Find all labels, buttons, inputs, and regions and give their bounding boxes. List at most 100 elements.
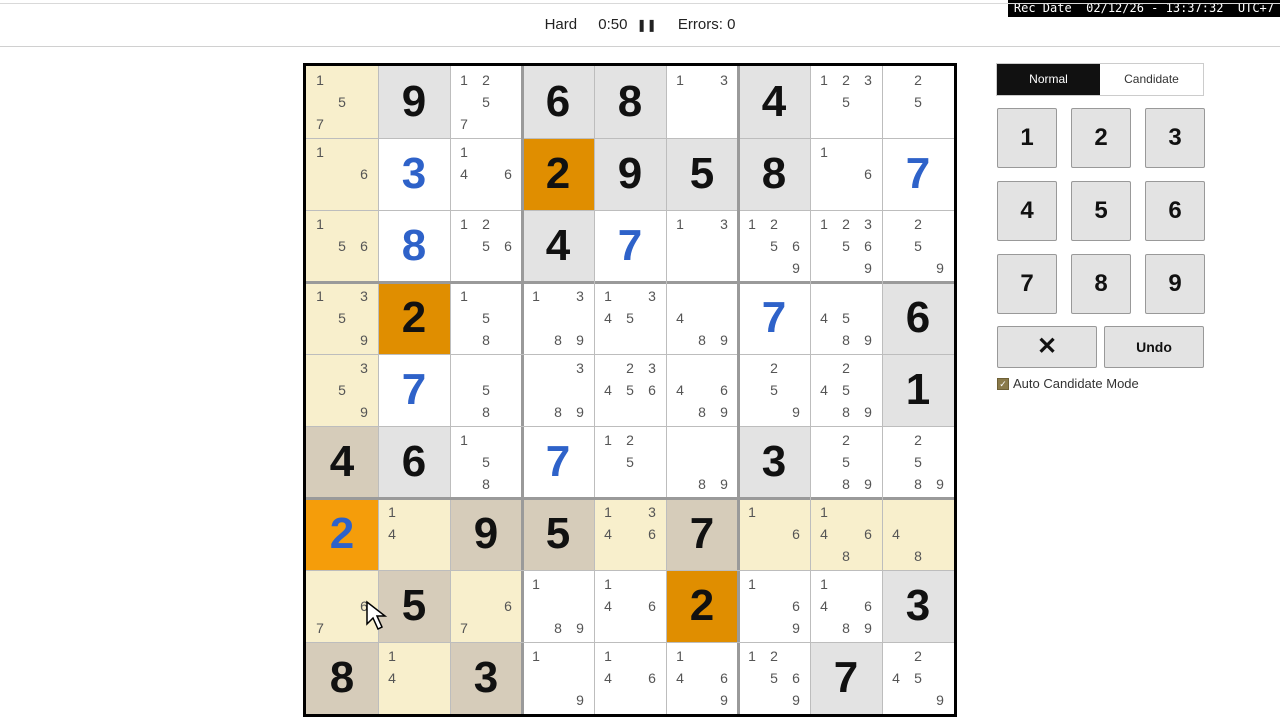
cell-r2c1[interactable]: 16 bbox=[306, 138, 378, 210]
cell-r3c3[interactable]: 12 56 bbox=[450, 210, 522, 282]
cell-r2c5[interactable]: 9 bbox=[594, 138, 666, 210]
number-button-4[interactable]: 4 bbox=[997, 181, 1057, 241]
cell-r1c8[interactable]: 1235 bbox=[810, 66, 882, 138]
candidate-digit bbox=[497, 329, 519, 351]
cell-r1c4[interactable]: 6 bbox=[522, 66, 594, 138]
number-button-3[interactable]: 3 bbox=[1145, 108, 1205, 168]
candidate-digit: 1 bbox=[460, 144, 468, 160]
cell-r6c5[interactable]: 12 5 bbox=[594, 426, 666, 498]
number-button-5[interactable]: 5 bbox=[1071, 181, 1131, 241]
cell-r1c9[interactable]: 25 bbox=[882, 66, 954, 138]
cell-r4c8[interactable]: 45 89 bbox=[810, 282, 882, 354]
cell-r3c9[interactable]: 2 59 bbox=[882, 210, 954, 282]
cell-r8c5[interactable]: 1 4 6 bbox=[594, 570, 666, 642]
cell-r8c8[interactable]: 1 4 689 bbox=[810, 570, 882, 642]
cell-r3c5[interactable]: 7 bbox=[594, 210, 666, 282]
cell-r8c9[interactable]: 3 bbox=[882, 570, 954, 642]
checkbox[interactable]: ✓ bbox=[997, 377, 1009, 390]
cell-r2c8[interactable]: 16 bbox=[810, 138, 882, 210]
cell-r7c9[interactable]: 48 bbox=[882, 498, 954, 570]
cell-r5c6[interactable]: 4 689 bbox=[666, 354, 738, 426]
cell-r4c6[interactable]: 489 bbox=[666, 282, 738, 354]
cell-r6c4[interactable]: 7 bbox=[522, 426, 594, 498]
cell-r7c7[interactable]: 16 bbox=[738, 498, 810, 570]
cell-r1c3[interactable]: 12 57 bbox=[450, 66, 522, 138]
cell-r5c3[interactable]: 58 bbox=[450, 354, 522, 426]
number-button-2[interactable]: 2 bbox=[1071, 108, 1131, 168]
cell-r1c6[interactable]: 13 bbox=[666, 66, 738, 138]
cell-r2c4[interactable]: 2 bbox=[522, 138, 594, 210]
candidate-digit bbox=[885, 235, 907, 257]
cell-r4c7[interactable]: 7 bbox=[738, 282, 810, 354]
cell-r5c2[interactable]: 7 bbox=[378, 354, 450, 426]
cell-r6c1[interactable]: 4 bbox=[306, 426, 378, 498]
cell-r8c3[interactable]: 67 bbox=[450, 570, 522, 642]
cell-r9c1[interactable]: 8 bbox=[306, 642, 378, 714]
number-button-6[interactable]: 6 bbox=[1145, 181, 1205, 241]
cell-r5c4[interactable]: 3 89 bbox=[522, 354, 594, 426]
cell-r9c4[interactable]: 19 bbox=[522, 642, 594, 714]
cell-r7c6[interactable]: 7 bbox=[666, 498, 738, 570]
tab-normal[interactable]: Normal bbox=[997, 64, 1100, 95]
cell-r8c6[interactable]: 2 bbox=[666, 570, 738, 642]
cell-r3c8[interactable]: 12356 9 bbox=[810, 210, 882, 282]
number-button-9[interactable]: 9 bbox=[1145, 254, 1205, 314]
cell-r5c1[interactable]: 359 bbox=[306, 354, 378, 426]
cell-r3c1[interactable]: 156 bbox=[306, 210, 378, 282]
erase-button[interactable]: ✕ bbox=[997, 326, 1097, 368]
cell-r4c1[interactable]: 1 359 bbox=[306, 282, 378, 354]
cell-r5c9[interactable]: 1 bbox=[882, 354, 954, 426]
cell-r4c2[interactable]: 2 bbox=[378, 282, 450, 354]
cell-r1c7[interactable]: 4 bbox=[738, 66, 810, 138]
cell-r2c6[interactable]: 5 bbox=[666, 138, 738, 210]
cell-r1c1[interactable]: 157 bbox=[306, 66, 378, 138]
auto-candidate-toggle[interactable]: ✓ Auto Candidate Mode bbox=[997, 376, 1139, 391]
cell-r4c9[interactable]: 6 bbox=[882, 282, 954, 354]
cell-r3c4[interactable]: 4 bbox=[522, 210, 594, 282]
cell-r6c9[interactable]: 2 5 89 bbox=[882, 426, 954, 498]
cell-r6c7[interactable]: 3 bbox=[738, 426, 810, 498]
cell-r5c5[interactable]: 23 456 bbox=[594, 354, 666, 426]
cell-r9c5[interactable]: 1 4 6 bbox=[594, 642, 666, 714]
number-button-1[interactable]: 1 bbox=[997, 108, 1057, 168]
cell-r3c7[interactable]: 12 56 9 bbox=[738, 210, 810, 282]
cell-r7c5[interactable]: 1 3 4 6 bbox=[594, 498, 666, 570]
cell-r2c3[interactable]: 1 4 6 bbox=[450, 138, 522, 210]
cell-r7c2[interactable]: 14 bbox=[378, 498, 450, 570]
cell-r3c2[interactable]: 8 bbox=[378, 210, 450, 282]
cell-r3c6[interactable]: 13 bbox=[666, 210, 738, 282]
cell-r7c4[interactable]: 5 bbox=[522, 498, 594, 570]
cell-r9c6[interactable]: 1 4 6 9 bbox=[666, 642, 738, 714]
candidate-digit: 6 bbox=[504, 238, 512, 254]
pause-icon[interactable]: ❚❚ bbox=[637, 18, 657, 32]
cell-r5c8[interactable]: 245 89 bbox=[810, 354, 882, 426]
candidate-grid: 2 5 89 bbox=[813, 429, 879, 495]
undo-button[interactable]: Undo bbox=[1104, 326, 1204, 368]
cell-r6c2[interactable]: 6 bbox=[378, 426, 450, 498]
tab-candidate[interactable]: Candidate bbox=[1100, 64, 1203, 95]
cell-r7c8[interactable]: 1 4 68 bbox=[810, 498, 882, 570]
cell-r2c9[interactable]: 7 bbox=[882, 138, 954, 210]
cell-r7c3[interactable]: 9 bbox=[450, 498, 522, 570]
cell-r5c7[interactable]: 2 59 bbox=[738, 354, 810, 426]
cell-r6c3[interactable]: 15 8 bbox=[450, 426, 522, 498]
number-button-7[interactable]: 7 bbox=[997, 254, 1057, 314]
cell-r2c7[interactable]: 8 bbox=[738, 138, 810, 210]
cell-r4c5[interactable]: 1 3 45 bbox=[594, 282, 666, 354]
cell-r9c3[interactable]: 3 bbox=[450, 642, 522, 714]
number-button-8[interactable]: 8 bbox=[1071, 254, 1131, 314]
cell-r8c4[interactable]: 1 89 bbox=[522, 570, 594, 642]
cell-r1c5[interactable]: 8 bbox=[594, 66, 666, 138]
cell-r4c3[interactable]: 15 8 bbox=[450, 282, 522, 354]
cell-r2c2[interactable]: 3 bbox=[378, 138, 450, 210]
cell-r8c7[interactable]: 1 6 9 bbox=[738, 570, 810, 642]
cell-r9c8[interactable]: 7 bbox=[810, 642, 882, 714]
cell-r9c9[interactable]: 2459 bbox=[882, 642, 954, 714]
cell-r1c2[interactable]: 9 bbox=[378, 66, 450, 138]
cell-r9c2[interactable]: 14 bbox=[378, 642, 450, 714]
cell-r6c8[interactable]: 2 5 89 bbox=[810, 426, 882, 498]
cell-r6c6[interactable]: 89 bbox=[666, 426, 738, 498]
cell-r9c7[interactable]: 12 56 9 bbox=[738, 642, 810, 714]
cell-r4c4[interactable]: 1 3 89 bbox=[522, 282, 594, 354]
cell-r7c1[interactable]: 2 bbox=[306, 498, 378, 570]
